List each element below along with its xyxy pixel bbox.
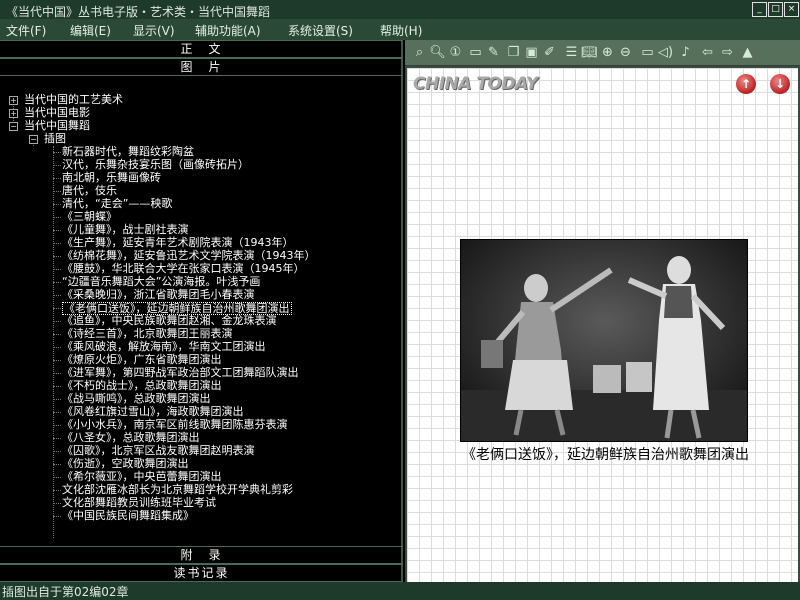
maximize-button[interactable]: □ (768, 2, 783, 17)
status-bar: 插图出自于第02编02章 (0, 582, 800, 600)
tree-connector (53, 464, 61, 465)
book-icon[interactable]: 📖︎ (581, 44, 598, 61)
right-panel: ⌕ 🔍︎ ① ▭ ✎ ❐ ▣ ✐ ☰ 📖︎ ⊕ ⊖ ▭ ◁) ♪ ⇦ ⇨ ▲ C… (405, 40, 800, 582)
window-title: 《当代中国》丛书电子版・艺术类・当代中国舞蹈 (6, 5, 271, 19)
next-figure-button[interactable]: ↓ (770, 74, 790, 94)
menu-file[interactable]: 文件(F) (6, 22, 46, 39)
tree-connector (53, 438, 61, 439)
collapse-icon[interactable]: − (9, 122, 18, 131)
tree-connector (53, 191, 61, 192)
menu-tools[interactable]: 辅助功能(A) (195, 22, 261, 39)
tree-connector (53, 412, 61, 413)
tree-connector (53, 178, 61, 179)
select-icon[interactable]: ▭ (467, 44, 484, 61)
paste-icon[interactable]: ▣ (523, 44, 540, 61)
tree-connector (53, 386, 61, 387)
tree-connector (53, 230, 61, 231)
tree-connector (53, 217, 61, 218)
tree-connector (53, 256, 61, 257)
tree-connector (53, 321, 61, 322)
tree-connector (53, 373, 61, 374)
collapse-icon[interactable]: − (29, 135, 38, 144)
tree-connector (53, 503, 61, 504)
zoom-out-icon[interactable]: ⊖ (617, 44, 634, 61)
china-today-logo: CHINA TODAY (413, 74, 538, 94)
search-icon[interactable]: 🔍︎ (429, 44, 446, 61)
list-item[interactable]: 《采桑晚归》，浙江省歌舞团毛小春表演 (62, 289, 255, 302)
list-icon[interactable]: ☰ (563, 44, 580, 61)
status-text: 插图出自于第02编02章 (2, 585, 129, 599)
tree-connector (53, 282, 61, 283)
tree-connector (53, 347, 61, 348)
tree-connector (53, 425, 61, 426)
title-bar: 《当代中国》丛书电子版・艺术类・当代中国舞蹈 _ □ × (0, 0, 800, 20)
edit-icon[interactable]: ✐ (541, 44, 558, 61)
list-item[interactable]: 《中国民族民间舞蹈集成》 (62, 510, 194, 523)
section-reading-notes[interactable]: 读书记录 (0, 564, 403, 582)
menu-bar: 文件(F) 编辑(E) 显示(V) 辅助功能(A) 系统设置(S) 帮助(H) (0, 20, 800, 40)
tree-connector (53, 295, 61, 296)
speaker-icon[interactable]: ◁) (657, 44, 674, 61)
menu-settings[interactable]: 系统设置(S) (288, 22, 353, 39)
content-tree: + 当代中国的工艺美术 + 当代中国电影 − 当代中国舞蹈 − 插图 新石器时代… (0, 89, 403, 545)
link-icon[interactable]: ▭ (639, 44, 656, 61)
up-icon[interactable]: ▲ (739, 44, 756, 61)
tree-connector (53, 165, 61, 166)
tree-connector (53, 308, 61, 309)
tree-connector (53, 243, 61, 244)
tree-connector (53, 451, 61, 452)
forward-icon[interactable]: ⇨ (719, 44, 736, 61)
minimize-button[interactable]: _ (752, 2, 767, 17)
tree-connector (53, 360, 61, 361)
tree-connector (53, 204, 61, 205)
left-panel: 正 文 图 片 + 当代中国的工艺美术 + 当代中国电影 − 当代中国舞蹈 − … (0, 40, 403, 582)
figure-photo (460, 239, 748, 442)
expand-icon[interactable]: + (9, 109, 18, 118)
tree-connector (53, 490, 61, 491)
copy-icon[interactable]: ❐ (505, 44, 522, 61)
expand-icon[interactable]: + (9, 96, 18, 105)
menu-help[interactable]: 帮助(H) (380, 22, 422, 39)
number-icon[interactable]: ① (447, 44, 464, 61)
section-main-text[interactable]: 正 文 (0, 40, 403, 58)
back-icon[interactable]: ⇦ (699, 44, 716, 61)
section-appendix[interactable]: 附 录 (0, 546, 403, 564)
speaker-wave-icon[interactable]: ♪ (677, 44, 694, 61)
dance-photo-illustration (461, 240, 747, 441)
section-figures[interactable]: 图 片 (0, 58, 403, 76)
close-button[interactable]: × (784, 2, 799, 17)
zoom-in-icon[interactable]: ⊕ (599, 44, 616, 61)
menu-view[interactable]: 显示(V) (133, 22, 175, 39)
search-page-icon[interactable]: ⌕ (411, 44, 428, 61)
tree-connector (53, 399, 61, 400)
tree-connector (53, 477, 61, 478)
tree-connector (53, 269, 61, 270)
toolbar: ⌕ 🔍︎ ① ▭ ✎ ❐ ▣ ✐ ☰ 📖︎ ⊕ ⊖ ▭ ◁) ♪ ⇦ ⇨ ▲ (405, 40, 800, 66)
tree-connector (53, 516, 61, 517)
pen-icon[interactable]: ✎ (485, 44, 502, 61)
menu-edit[interactable]: 编辑(E) (70, 22, 111, 39)
figure-caption: 《老俩口送饭》，延边朝鲜族自治州歌舞团演出 (462, 447, 749, 463)
figure-viewer: CHINA TODAY ↑ ↓ 《老俩口送饭》，延边朝鲜族自治州歌舞团演出 (407, 68, 798, 582)
tree-connector (53, 152, 61, 153)
prev-figure-button[interactable]: ↑ (736, 74, 756, 94)
tree-connector (53, 334, 61, 335)
